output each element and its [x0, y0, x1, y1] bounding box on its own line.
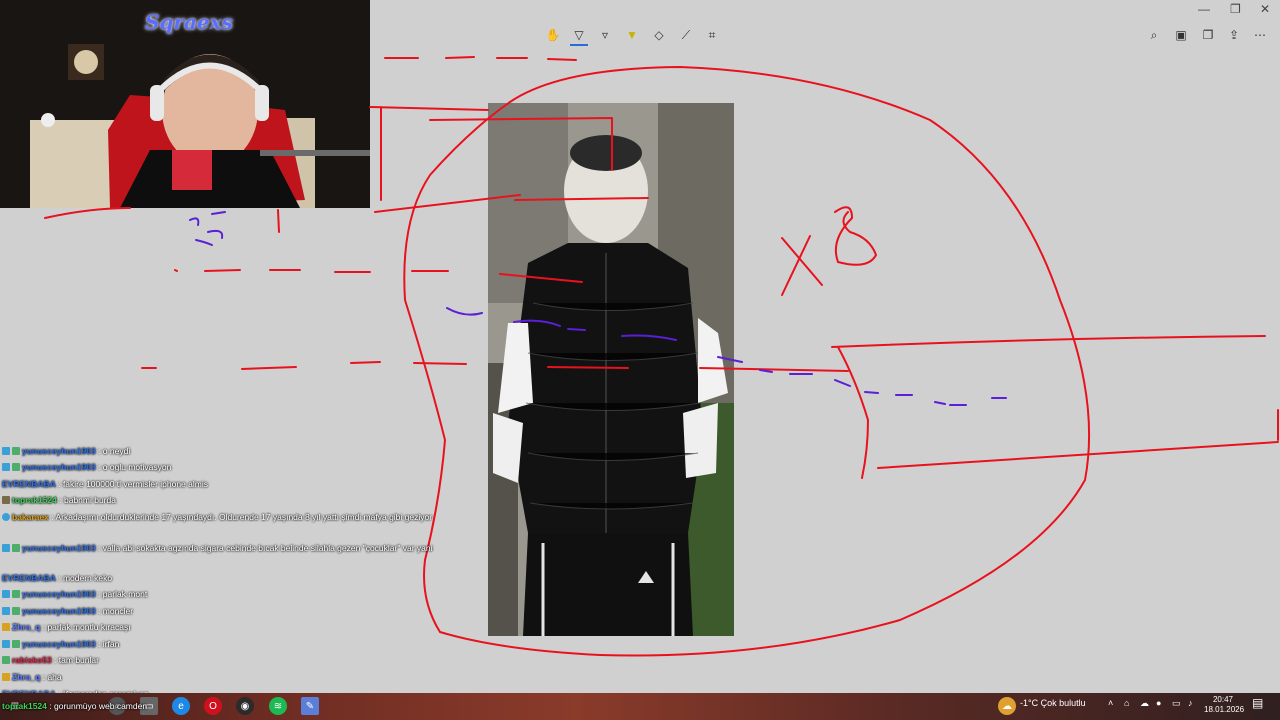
chat-message: yunusceyhun1903 : o neydi: [2, 446, 130, 456]
tray-chevron-icon[interactable]: ˄: [1108, 698, 1113, 708]
eraser-icon[interactable]: ◇: [650, 26, 668, 44]
chat-overlay: yunusceyhun1903 : o neydi yunusceyhun190…: [0, 443, 433, 711]
chat-message: Zhra_q : parlak montlu kıracaşı: [2, 622, 131, 632]
share-icon[interactable]: ⇪: [1225, 26, 1243, 44]
weather-text[interactable]: -1°C Çok bulutlu: [1020, 698, 1086, 708]
badge-icon: [2, 496, 10, 504]
network-icon[interactable]: ⌂: [1124, 698, 1129, 708]
badge-icon: [12, 544, 20, 552]
chat-message: yunusceyhun1903 : valla abi sokakta agzı…: [2, 543, 433, 553]
badge-icon: [12, 640, 20, 648]
date-text: 18.01.2026: [1204, 705, 1245, 714]
badge-icon: [2, 623, 10, 631]
close-button[interactable]: ✕: [1260, 2, 1270, 16]
badge-icon: [2, 447, 10, 455]
pencil-icon[interactable]: ▿: [596, 26, 614, 44]
chat-message: bakaraex : Arkadaşımı oldurduklerinde 17…: [2, 512, 432, 522]
weather-icon[interactable]: ☁: [998, 697, 1016, 715]
copy-icon[interactable]: ❐: [1199, 26, 1217, 44]
badge-icon: [12, 590, 20, 598]
highlighter-icon[interactable]: ▼: [623, 26, 641, 44]
more-icon[interactable]: ⋯: [1251, 26, 1269, 44]
chat-message: toprak1524 : babnmi burda: [2, 495, 116, 505]
ballpoint-pen-icon[interactable]: ▽: [570, 26, 588, 46]
chat-message: EVRENBABA : fakire 100000 tl vermisler i…: [2, 479, 208, 489]
snip-toolbar: ✋ ▽ ▿ ▼ ◇ ⟋ ⌗ ⌕ ▣ ❐ ⇪ ⋯: [370, 20, 1280, 50]
taskbar: ⊞ ⌕ ▭ e O ◉ ≋ ✎ ☁ -1°C Çok bulutlu ˄ ⌂ ☁…: [0, 693, 1280, 720]
chat-message: toprak1524 : gorunmüyo web camden: [2, 701, 148, 711]
chat-message: yunusceyhun1903 : irfan: [2, 639, 119, 649]
badge-icon: [12, 463, 20, 471]
time-text: 20:47: [1212, 695, 1234, 704]
microphone-icon[interactable]: ●: [1156, 698, 1161, 708]
snip-sketch-icon[interactable]: ✎: [301, 697, 319, 715]
obs-icon[interactable]: ◉: [236, 697, 254, 715]
chat-message: EVRENBABA : modern keko: [2, 573, 113, 583]
chat-message: Zhra_q : aha: [2, 672, 62, 682]
badge-icon: [12, 447, 20, 455]
badge-icon: [2, 590, 10, 598]
badge-icon: [2, 607, 10, 615]
restore-button[interactable]: ❐: [1230, 2, 1241, 16]
chat-message: yunusceyhun1903 : parlak mont: [2, 589, 147, 599]
badge-icon: [2, 673, 10, 681]
ruler-icon[interactable]: ⟋: [677, 26, 695, 44]
badge-icon: [12, 607, 20, 615]
badge-icon: [2, 544, 10, 552]
chat-message: yunusceyhun1903 : moncler: [2, 606, 133, 616]
edge-browser-icon[interactable]: e: [172, 697, 190, 715]
crop-icon[interactable]: ⌗: [703, 26, 721, 44]
chat-message: yunusceyhun1903 : o oglu motivasyon: [2, 462, 171, 472]
opera-icon[interactable]: O: [204, 697, 222, 715]
volume-icon[interactable]: ♪: [1188, 698, 1193, 708]
save-icon[interactable]: ▣: [1172, 26, 1190, 44]
display-icon[interactable]: ▭: [1172, 698, 1181, 709]
badge-icon: [2, 640, 10, 648]
notification-icon[interactable]: ▤: [1252, 696, 1263, 710]
touch-writing-icon[interactable]: ✋: [544, 26, 562, 44]
cloud-icon[interactable]: ☁: [1140, 698, 1149, 709]
zoom-icon[interactable]: ⌕: [1145, 26, 1163, 44]
clock[interactable]: 20:47 18.01.2026: [1204, 695, 1245, 715]
badge-icon: [2, 513, 10, 521]
minimize-button[interactable]: —: [1198, 2, 1210, 16]
chat-message: rabisko53 : tam bunlar: [2, 655, 99, 665]
badge-icon: [2, 463, 10, 471]
spotify-icon[interactable]: ≋: [269, 697, 287, 715]
badge-icon: [2, 656, 10, 664]
